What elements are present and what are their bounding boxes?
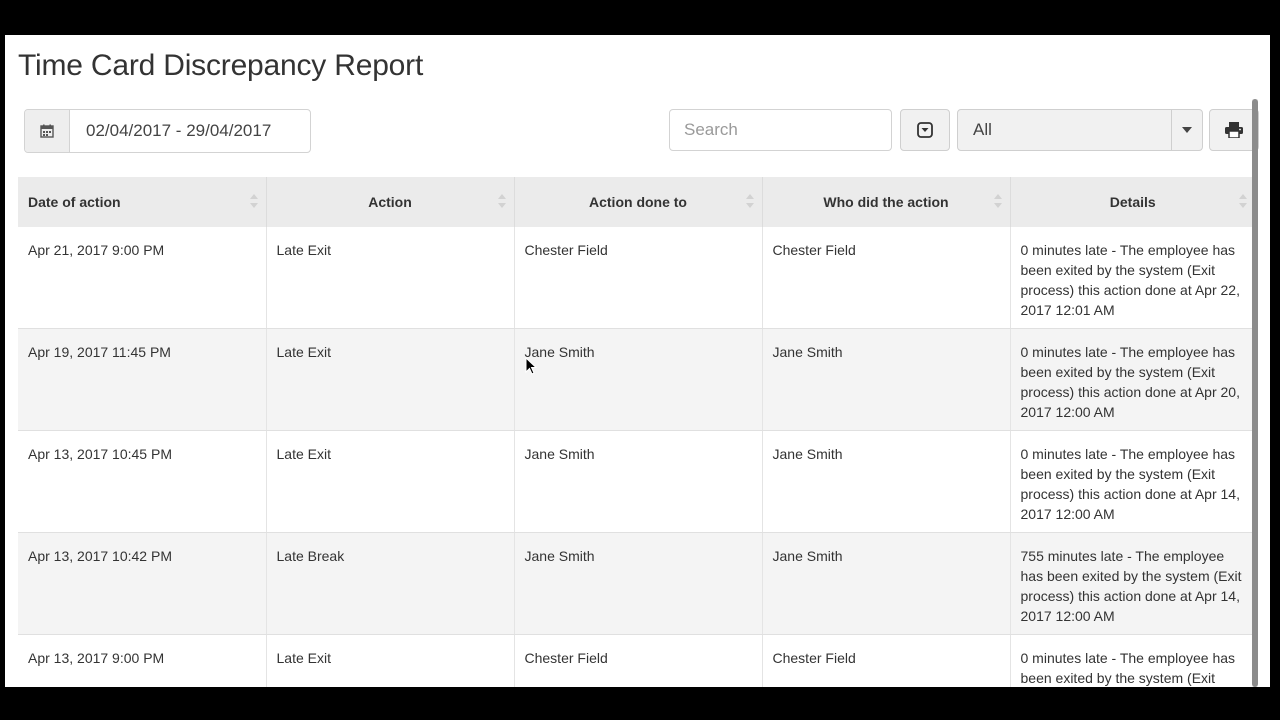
cell-action: Late Exit [266,634,515,687]
column-header-action-done-to[interactable]: Action done to [514,177,763,227]
page-title: Time Card Discrepancy Report [18,49,424,82]
cell-who-did: Jane Smith [762,430,1011,533]
date-range-picker[interactable]: 02/04/2017 - 29/04/2017 [24,109,311,153]
cell-who-did: Chester Field [762,227,1011,329]
cell-action: Late Exit [266,227,515,329]
print-icon [1225,122,1243,138]
cell-details: 0 minutes late - The employee has been e… [1010,227,1255,329]
cell-details: 0 minutes late - The employee has been e… [1010,430,1255,533]
cell-details: 0 minutes late - The employee has been e… [1010,634,1255,687]
sort-icon[interactable] [249,194,258,208]
column-header-action[interactable]: Action [266,177,515,227]
report-page: Time Card Discrepancy Report 02/04/2017 … [5,35,1270,687]
cell-details: 755 minutes late - The employee has been… [1010,532,1255,635]
calendar-icon[interactable] [25,110,70,152]
cell-date: Apr 13, 2017 10:45 PM [18,430,267,533]
cell-action-done-to: Jane Smith [514,532,763,635]
filter-toggle-button[interactable] [900,109,950,151]
column-header-details[interactable]: Details [1010,177,1255,227]
cell-action-done-to: Chester Field [514,634,763,687]
date-range-value[interactable]: 02/04/2017 - 29/04/2017 [70,110,271,152]
cell-who-did: Chester Field [762,634,1011,687]
table-row[interactable]: Apr 13, 2017 10:45 PM Late Exit Jane Smi… [18,430,1255,533]
scrollbar-thumb[interactable] [1252,99,1258,687]
cell-date: Apr 19, 2017 11:45 PM [18,328,267,431]
dropdown-toggle-icon [917,122,933,138]
cell-who-did: Jane Smith [762,532,1011,635]
column-header-date[interactable]: Date of action [18,177,267,227]
table-row[interactable]: Apr 13, 2017 10:42 PM Late Break Jane Sm… [18,532,1255,635]
chevron-down-icon[interactable] [1171,110,1202,150]
column-header-who-did[interactable]: Who did the action [762,177,1011,227]
cell-action: Late Exit [266,430,515,533]
table-header-row: Date of action Action Action done to Who… [18,177,1255,227]
sort-icon[interactable] [1239,194,1247,208]
cell-who-did: Jane Smith [762,328,1011,431]
cell-date: Apr 21, 2017 9:00 PM [18,227,267,329]
table-row[interactable]: Apr 19, 2017 11:45 PM Late Exit Jane Smi… [18,328,1255,431]
search-input[interactable] [669,109,892,151]
table-row[interactable]: Apr 13, 2017 9:00 PM Late Exit Chester F… [18,634,1255,687]
discrepancy-table: Date of action Action Action done to Who… [18,177,1255,687]
cell-action-done-to: Jane Smith [514,328,763,431]
cell-action-done-to: Chester Field [514,227,763,329]
table-row[interactable]: Apr 21, 2017 9:00 PM Late Exit Chester F… [18,227,1255,329]
cell-action: Late Exit [266,328,515,431]
filter-select-value[interactable]: All [958,110,1171,150]
filter-select[interactable]: All [957,109,1203,151]
cell-action-done-to: Jane Smith [514,430,763,533]
mouse-cursor-icon [525,357,537,375]
cell-action: Late Break [266,532,515,635]
sort-icon[interactable] [497,194,506,208]
cell-details: 0 minutes late - The employee has been e… [1010,328,1255,431]
cell-date: Apr 13, 2017 9:00 PM [18,634,267,687]
sort-icon[interactable] [993,194,1002,208]
sort-icon[interactable] [745,194,754,208]
cell-date: Apr 13, 2017 10:42 PM [18,532,267,635]
